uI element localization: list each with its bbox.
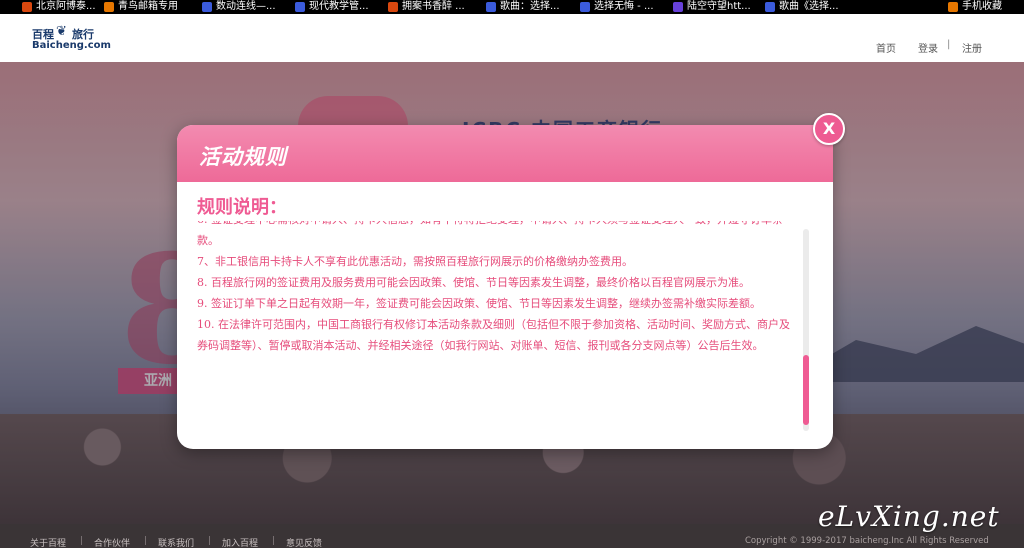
modal-title: 活动规则 [199, 145, 287, 169]
bookmark-label: 现代教学管... [309, 1, 369, 12]
bookmark-item[interactable]: 歌曲：选择... [486, 0, 560, 14]
bookmark-icon [295, 2, 305, 12]
modal-header: 活动规则 [177, 125, 833, 182]
bookmark-icon [104, 2, 114, 12]
bookmark-icon [673, 2, 683, 12]
nav-register[interactable]: 注册 [962, 40, 982, 55]
bird-icon: ❦ [56, 24, 67, 39]
rule-item: 9. 签证订单下单之日起有效期一年，签证费可能会因政策、使馆、节日等因素发生调整… [197, 297, 761, 310]
nav-home[interactable]: 首页 [876, 40, 896, 55]
close-button[interactable]: X [813, 113, 845, 145]
bookmark-item[interactable]: 数动连线—... [202, 0, 276, 14]
bookmark-icon [765, 2, 775, 12]
bookmark-label: 歌曲《选择... [779, 1, 839, 12]
rule-item: 8. 百程旅行网的签证费用及服务费用可能会因政策、使馆、节日等因素发生调整，最终… [197, 276, 750, 289]
bookmark-item[interactable]: 青鸟邮箱专用 [104, 0, 178, 14]
bookmark-item[interactable]: 选择无悔 - ... [580, 0, 654, 14]
bookmark-item[interactable]: 拥案书香醉 ... [388, 0, 465, 14]
nav-separator: | [947, 39, 951, 50]
folder-icon [948, 2, 958, 12]
mobile-bookmarks[interactable]: 手机收藏 [948, 0, 1002, 14]
bookmark-icon [580, 2, 590, 12]
bookmark-icon [22, 2, 32, 12]
bookmark-label: 歌曲：选择... [500, 1, 560, 12]
scrollbar-track[interactable] [803, 229, 809, 431]
bookmark-icon [202, 2, 212, 12]
bookmark-label: 拥案书香醉 ... [402, 1, 465, 12]
bookmark-icon [486, 2, 496, 12]
bookmark-label: 陆空守望htt... [687, 1, 751, 12]
scrollbar-thumb[interactable] [803, 355, 809, 425]
footer-link[interactable]: 意见反馈 [286, 536, 322, 548]
rules-heading: 规则说明： [197, 197, 287, 218]
footer-link[interactable]: 加入百程 [222, 536, 258, 548]
nav-login[interactable]: 登录 [918, 40, 938, 55]
rules-modal: 活动规则 规则说明： 6. 签证受理中心需核对申请人、持卡人信息，如有不符将拒绝… [177, 125, 833, 449]
bookmark-item[interactable]: 陆空守望htt... [673, 0, 751, 14]
footer-separator: | [208, 536, 212, 546]
rules-scroll-area[interactable]: 6. 签证受理中心需核对申请人、持卡人信息，如有不符将拒绝受理，申请人、持卡人须… [197, 221, 797, 425]
bookmark-label: 北京阿博泰... [36, 1, 96, 12]
copyright: Copyright © 1999-2017 baicheng.Inc All R… [745, 536, 989, 546]
bookmark-item[interactable]: 现代教学管... [295, 0, 369, 14]
bookmarks-bar: 北京阿博泰... 青鸟邮箱专用 数动连线—... 现代教学管... 拥案书香醉 … [0, 0, 1024, 14]
bookmark-item[interactable]: 北京阿博泰... [22, 0, 96, 14]
footer-link[interactable]: 合作伙伴 [94, 536, 130, 548]
site-header: 百程 ❦ 旅行 Baicheng.com 首页 登录 | 注册 [0, 14, 1024, 62]
bookmark-item[interactable]: 歌曲《选择... [765, 0, 839, 14]
logo[interactable]: 百程 ❦ 旅行 Baicheng.com [32, 24, 111, 54]
rule-item: 10. 在法律许可范围内，中国工商银行有权修订本活动条款及细则（包括但不限于参加… [197, 318, 790, 352]
bookmark-label: 选择无悔 - ... [594, 1, 654, 12]
bookmark-label: 青鸟邮箱专用 [118, 1, 178, 12]
footer-separator: | [272, 536, 276, 546]
footer-separator: | [80, 536, 84, 546]
footer-separator: | [144, 536, 148, 546]
logo-subtext: Baicheng.com [32, 40, 111, 51]
bookmark-label: 数动连线—... [216, 1, 276, 12]
rules-list: 6. 签证受理中心需核对申请人、持卡人信息，如有不符将拒绝受理，申请人、持卡人须… [197, 221, 793, 356]
watermark: eLvXing.net [818, 500, 1000, 533]
rule-item: 6. 签证受理中心需核对申请人、持卡人信息，如有不符将拒绝受理，申请人、持卡人须… [197, 221, 783, 247]
footer-link[interactable]: 关于百程 [30, 536, 66, 548]
bookmark-icon [388, 2, 398, 12]
mobile-bookmarks-label: 手机收藏 [962, 1, 1002, 12]
rule-item: 7、非工银信用卡持卡人不享有此优惠活动，需按照百程旅行网展示的价格缴纳办签费用。 [197, 255, 633, 268]
footer-link[interactable]: 联系我们 [158, 536, 194, 548]
